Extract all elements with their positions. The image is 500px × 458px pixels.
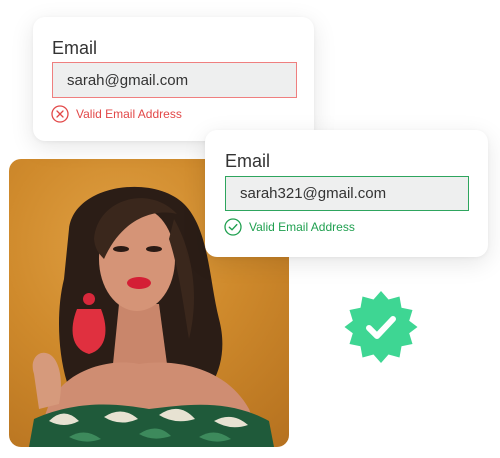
- email-card-invalid: Email sarah@gmail.com Valid Email Addres…: [33, 17, 314, 141]
- email-card-valid: Email sarah321@gmail.com Valid Email Add…: [205, 130, 488, 257]
- status-text: Valid Email Address: [249, 220, 355, 234]
- verified-badge-icon: [343, 289, 419, 365]
- check-circle-icon: [224, 218, 242, 236]
- email-label: Email: [225, 151, 271, 171]
- status-text: Valid Email Address: [76, 107, 182, 121]
- email-value: sarah@gmail.com: [67, 71, 189, 89]
- error-x-icon: [51, 105, 69, 123]
- email-label: Email: [52, 38, 98, 58]
- email-field-valid[interactable]: sarah321@gmail.com: [225, 176, 469, 211]
- email-field-invalid[interactable]: sarah@gmail.com: [52, 62, 297, 98]
- status-message-success: Valid Email Address: [224, 218, 355, 236]
- status-message-error: Valid Email Address: [51, 105, 182, 123]
- email-value: sarah321@gmail.com: [240, 185, 387, 202]
